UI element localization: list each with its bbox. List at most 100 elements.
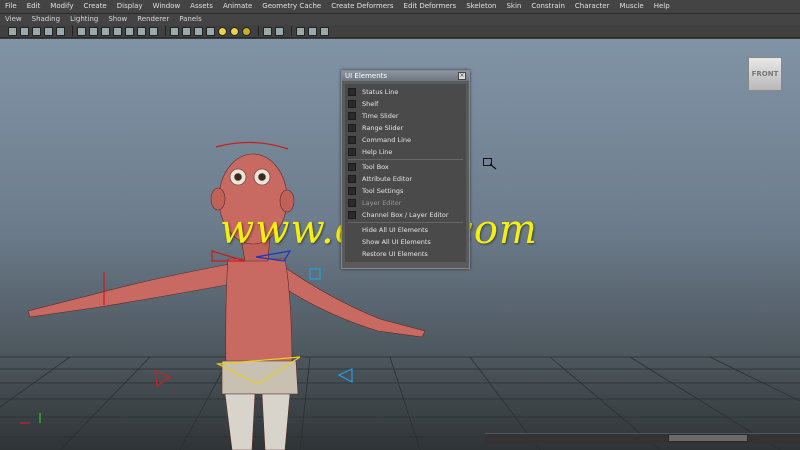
wireframe-icon[interactable]: [170, 26, 179, 36]
toolbar-separator: [165, 26, 166, 36]
character-right-arm: [277, 263, 426, 338]
checkbox[interactable]: [348, 199, 356, 207]
toolbar-separator: [72, 26, 73, 36]
menu-geometry-cache[interactable]: Geometry Cache: [257, 0, 326, 13]
menu-item-channel-box-layer-editor[interactable]: Channel Box / Layer Editor: [345, 209, 466, 221]
wireframe-on-shaded-icon[interactable]: [194, 26, 203, 36]
left-foot-ik-control: [154, 370, 172, 388]
camera-icon[interactable]: [77, 26, 86, 36]
menu-create[interactable]: Create: [78, 0, 111, 13]
menu-assets[interactable]: Assets: [185, 0, 218, 13]
menu-skeleton[interactable]: Skeleton: [461, 0, 501, 13]
film-gate-icon[interactable]: [101, 26, 110, 36]
main-menu-bar: File Edit Modify Create Display Window Assets A…: [0, 0, 800, 14]
shadows-icon[interactable]: [242, 26, 251, 36]
menu-edit-deformers[interactable]: Edit Deformers: [399, 0, 462, 13]
menu-animate[interactable]: Animate: [218, 0, 257, 13]
isolate-select-icon[interactable]: [263, 26, 272, 36]
move-tool-icon[interactable]: [44, 26, 53, 36]
checkbox[interactable]: [348, 112, 356, 120]
right-foot-ik-control: [337, 368, 353, 384]
panel-menu-bar: View Shading Lighting Show Renderer Panels: [0, 14, 800, 25]
range-slider-handle[interactable]: [668, 434, 748, 442]
menu-display[interactable]: Display: [112, 0, 148, 13]
character-right-leg: [261, 393, 291, 450]
character-right-pupil: [258, 173, 266, 181]
character-left-pupil: [234, 173, 242, 181]
menu-item-time-slider[interactable]: Time Slider: [345, 110, 466, 122]
paint-tool-icon[interactable]: [32, 26, 41, 36]
menu-constrain[interactable]: Constrain: [526, 0, 570, 13]
toolbar-separator: [291, 26, 292, 36]
menu-item-attribute-editor[interactable]: Attribute Editor: [345, 173, 466, 185]
pole-vector-control: [309, 268, 321, 280]
panel-menu-view[interactable]: View: [0, 14, 27, 25]
menu-item-show-all[interactable]: Show All UI Elements: [345, 236, 466, 248]
menu-window[interactable]: Window: [148, 0, 186, 13]
head-control: [215, 141, 289, 150]
dialog-title-bar[interactable]: UI Elements ×: [342, 71, 469, 81]
menu-character[interactable]: Character: [570, 0, 615, 13]
time-slider-bar[interactable]: [485, 433, 800, 444]
panel-menu-shading[interactable]: Shading: [27, 14, 65, 25]
menu-item-tool-settings[interactable]: Tool Settings: [345, 185, 466, 197]
menu-muscle[interactable]: Muscle: [614, 0, 648, 13]
rotate-tool-icon[interactable]: [56, 26, 65, 36]
character-left-arm: [27, 263, 233, 318]
checkbox[interactable]: [348, 148, 356, 156]
text-icon[interactable]: [149, 26, 158, 36]
menu-item-layer-editor[interactable]: Layer Editor: [345, 197, 466, 209]
view-cube-label: FRONT: [751, 70, 779, 78]
menu-item-range-slider[interactable]: Range Slider: [345, 122, 466, 134]
xray-icon[interactable]: [275, 26, 284, 36]
menu-item-hide-all[interactable]: Hide All UI Elements: [345, 224, 466, 236]
character-torso: [225, 258, 293, 370]
cube-icon[interactable]: [308, 26, 317, 36]
menu-separator: [348, 222, 463, 223]
menu-modify[interactable]: Modify: [45, 0, 78, 13]
field-chart-icon[interactable]: [125, 26, 134, 36]
menu-item-help-line[interactable]: Help Line: [345, 146, 466, 158]
select-tool-icon[interactable]: [8, 26, 17, 36]
menu-file[interactable]: File: [0, 0, 22, 13]
menu-create-deformers[interactable]: Create Deformers: [326, 0, 398, 13]
view-cube[interactable]: FRONT: [748, 57, 782, 91]
ui-elements-dialog: UI Elements × Status Line Shelf Time Sli…: [341, 70, 470, 269]
menu-item-command-line[interactable]: Command Line: [345, 134, 466, 146]
textured-icon[interactable]: [206, 26, 215, 36]
safe-action-icon[interactable]: [137, 26, 146, 36]
checkbox[interactable]: [348, 163, 356, 171]
close-icon[interactable]: ×: [458, 72, 466, 80]
menu-item-restore[interactable]: Restore UI Elements: [345, 248, 466, 260]
all-lights-icon[interactable]: [230, 26, 239, 36]
shelf-toolbar: [0, 25, 800, 38]
checkbox[interactable]: [348, 100, 356, 108]
grid-icon[interactable]: [89, 26, 98, 36]
toolbar-separator: [258, 26, 259, 36]
dialog-menu-list: Status Line Shelf Time Slider Range Slid…: [345, 84, 466, 262]
character-left-leg: [224, 393, 256, 450]
panel-menu-renderer[interactable]: Renderer: [132, 14, 174, 25]
checkbox[interactable]: [348, 124, 356, 132]
mouse-cursor-icon: [483, 158, 497, 170]
checkbox[interactable]: [348, 187, 356, 195]
menu-item-status-line[interactable]: Status Line: [345, 86, 466, 98]
display-options-icon[interactable]: [296, 26, 305, 36]
panel-menu-show[interactable]: Show: [103, 14, 132, 25]
panel-menu-lighting[interactable]: Lighting: [65, 14, 103, 25]
menu-edit[interactable]: Edit: [22, 0, 46, 13]
menu-help[interactable]: Help: [649, 0, 675, 13]
expand-icon[interactable]: [320, 26, 329, 36]
checkbox[interactable]: [348, 136, 356, 144]
resolution-gate-icon[interactable]: [113, 26, 122, 36]
checkbox[interactable]: [348, 211, 356, 219]
menu-skin[interactable]: Skin: [501, 0, 526, 13]
default-light-icon[interactable]: [218, 26, 227, 36]
menu-item-tool-box[interactable]: Tool Box: [345, 161, 466, 173]
lasso-tool-icon[interactable]: [20, 26, 29, 36]
checkbox[interactable]: [348, 88, 356, 96]
panel-menu-panels[interactable]: Panels: [174, 14, 207, 25]
menu-item-shelf[interactable]: Shelf: [345, 98, 466, 110]
smooth-shade-icon[interactable]: [182, 26, 191, 36]
checkbox[interactable]: [348, 175, 356, 183]
